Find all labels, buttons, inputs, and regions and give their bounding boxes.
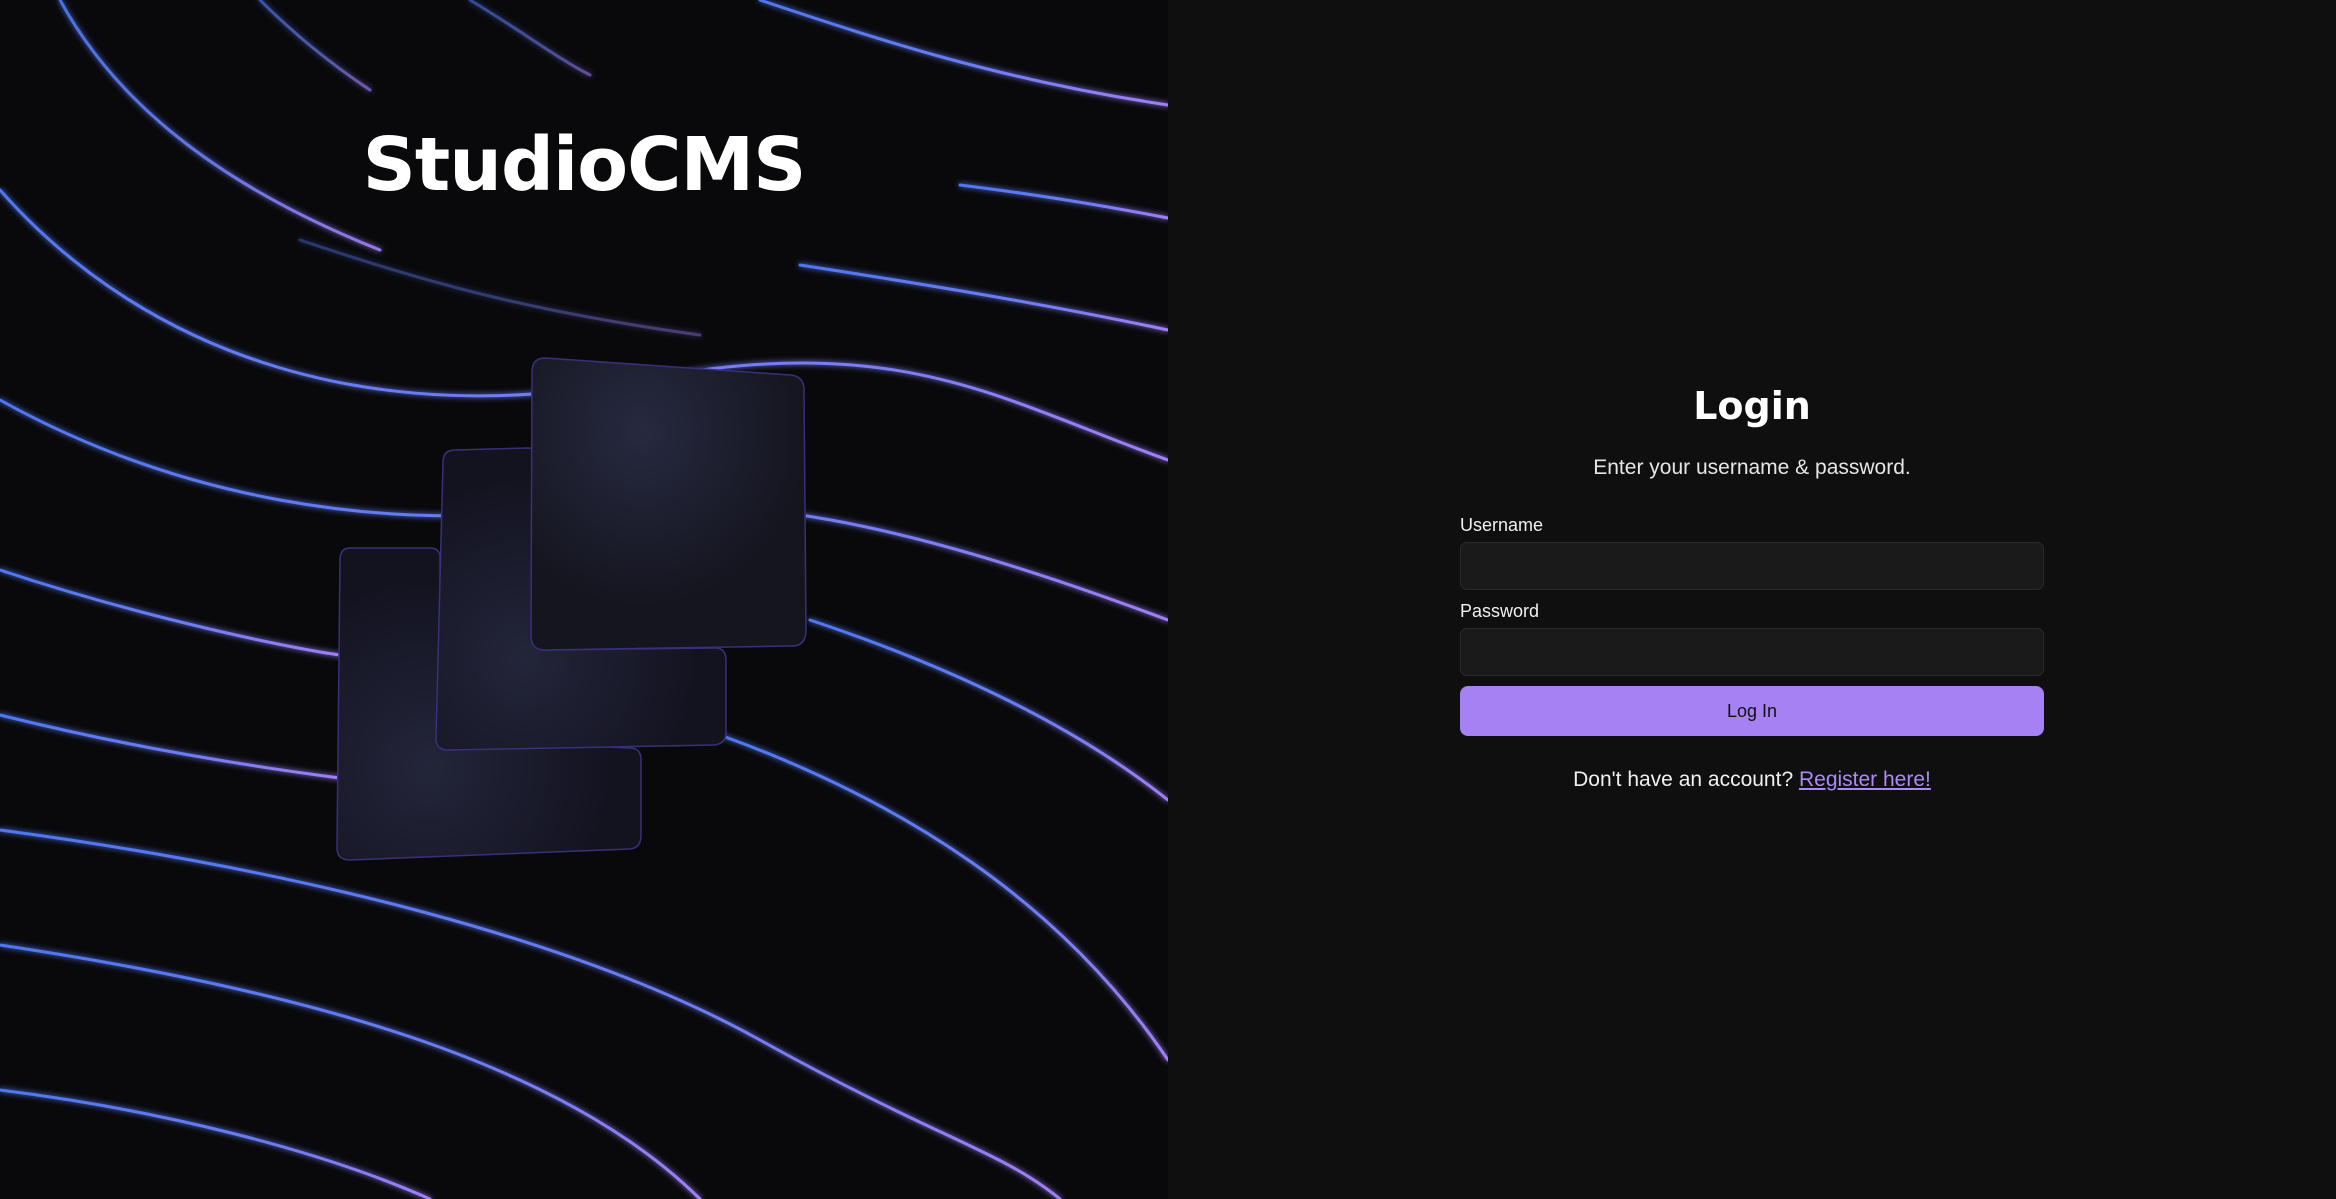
brand-name: StudioCMS xyxy=(362,122,807,208)
register-prompt: Don't have an account? xyxy=(1573,768,1794,791)
register-link[interactable]: Register here! xyxy=(1799,768,1931,791)
login-button[interactable]: Log In xyxy=(1460,686,2044,736)
login-page: StudioCMS Login Enter your username & pa… xyxy=(0,0,2336,1199)
username-label: Username xyxy=(1460,515,1544,535)
register-prompt-line: Don't have an account? Register here! xyxy=(1460,766,2044,794)
password-field-group: Password xyxy=(1460,600,2044,676)
login-title: Login xyxy=(1693,384,1811,428)
auth-panel: Login Enter your username & password. Us… xyxy=(1168,0,2336,1199)
username-field-group: Username xyxy=(1460,514,2044,590)
login-form: Login Enter your username & password. Us… xyxy=(1460,380,2044,794)
studiocms-logo-icon xyxy=(336,357,807,861)
password-label: Password xyxy=(1460,601,1540,621)
hero-panel: StudioCMS xyxy=(0,0,1168,1199)
login-subtitle: Enter your username & password. xyxy=(1593,456,1911,479)
password-input[interactable] xyxy=(1460,628,2044,676)
username-input[interactable] xyxy=(1460,542,2044,590)
